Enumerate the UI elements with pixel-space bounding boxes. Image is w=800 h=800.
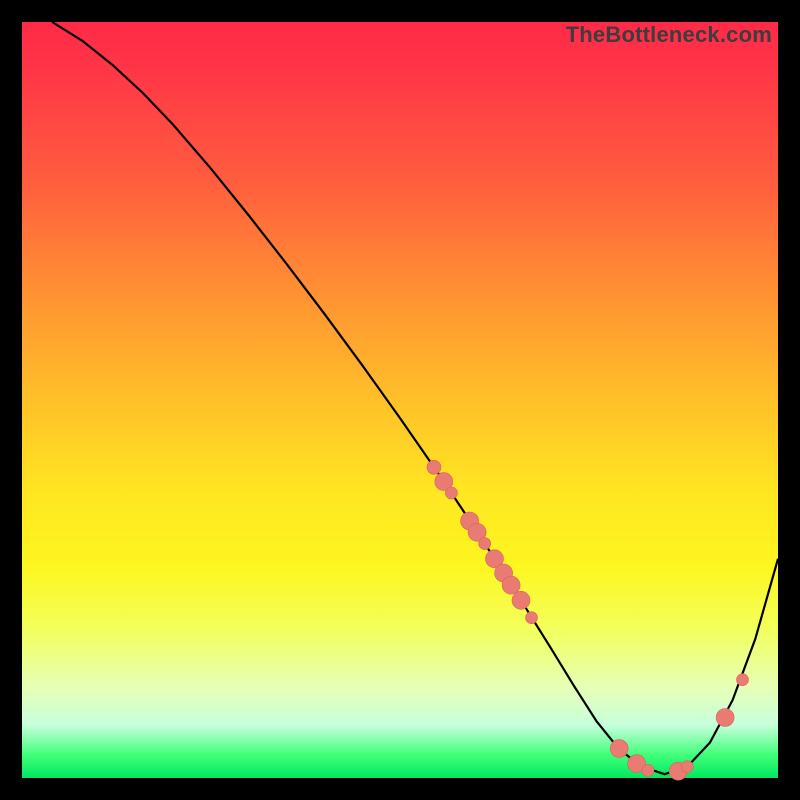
data-point	[427, 460, 441, 474]
data-point	[642, 764, 654, 776]
bottleneck-curve	[52, 22, 778, 774]
data-point	[502, 576, 520, 594]
chart-svg	[22, 22, 778, 778]
data-point	[512, 591, 530, 609]
data-point	[526, 612, 538, 624]
data-point	[445, 487, 457, 499]
data-point	[737, 674, 749, 686]
data-point	[610, 740, 628, 758]
data-point	[716, 709, 734, 727]
data-point	[479, 538, 491, 550]
data-points	[427, 460, 749, 780]
chart-area: TheBottleneck.com	[22, 22, 778, 778]
data-point	[681, 761, 693, 773]
